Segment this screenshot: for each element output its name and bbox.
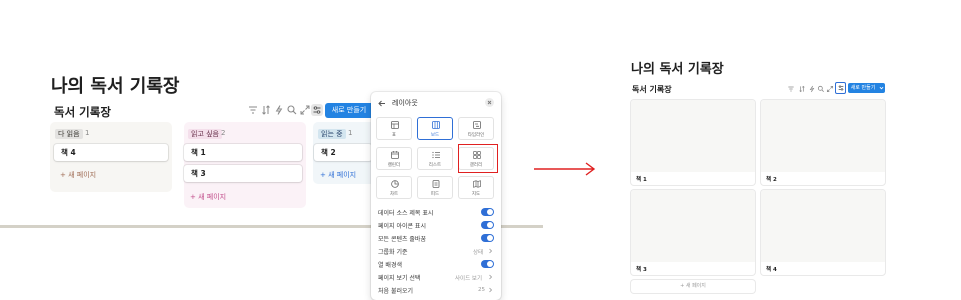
table-icon: [391, 121, 399, 129]
database-title[interactable]: 독서 기록장: [54, 104, 111, 120]
lightning-icon[interactable]: [273, 104, 285, 116]
toggle-wrap-content[interactable]: [481, 234, 494, 242]
card-cover: [761, 190, 885, 262]
new-button[interactable]: 새로 만들기: [848, 83, 878, 93]
board-card[interactable]: 책 3: [184, 165, 302, 182]
option-show-page-icon: 페이지 아이콘 표시: [378, 223, 426, 230]
option-initial-load[interactable]: 처음 불러오기: [378, 286, 413, 295]
search-icon[interactable]: [817, 85, 825, 93]
list-icon: [432, 151, 440, 159]
lightning-icon[interactable]: [808, 85, 816, 93]
layout-option-map[interactable]: 지도: [458, 176, 494, 199]
page-title: 나의 독서 기록장: [51, 76, 180, 97]
option-wrap-content: 모든 콘텐츠 줄바꿈: [378, 236, 426, 243]
settings-sliders-icon[interactable]: [311, 104, 323, 116]
sort-icon[interactable]: [260, 104, 272, 116]
layout-option-timeline[interactable]: 타임라인: [458, 117, 494, 140]
back-arrow-icon[interactable]: [378, 100, 386, 107]
chart-icon: [391, 180, 399, 188]
layout-panel: 레이아웃 표 보드 타임라인 캘린더 리스트 갤러리 차트 피드 지도 데이터: [371, 92, 501, 300]
option-page-view[interactable]: 페이지 보기 선택: [378, 273, 420, 282]
column-count: 1: [85, 129, 90, 137]
expand-icon[interactable]: [826, 85, 834, 93]
expand-icon[interactable]: [299, 104, 311, 116]
settings-sliders-button[interactable]: [835, 82, 846, 94]
new-button[interactable]: 새로 만들기: [325, 103, 373, 118]
layout-option-feed[interactable]: 피드: [417, 176, 453, 199]
add-page-button[interactable]: + 새 페이지: [60, 170, 96, 180]
chevron-right-icon: [488, 287, 493, 293]
search-icon[interactable]: [286, 104, 298, 116]
layout-option-list[interactable]: 리스트: [417, 147, 453, 170]
card-title: 책 4: [766, 267, 777, 273]
layout-option-board[interactable]: 보드: [417, 117, 453, 140]
status-badge: 읽는 중: [318, 129, 346, 139]
chevron-right-icon: [488, 274, 493, 280]
card-title: 책 1: [636, 177, 647, 183]
card-cover: [631, 190, 755, 262]
board-card[interactable]: 책 4: [54, 144, 168, 161]
gallery-card[interactable]: 책 1: [631, 100, 755, 185]
toggle-show-page-icon[interactable]: [481, 221, 494, 229]
settings-sliders-icon: [837, 84, 845, 92]
add-page-button[interactable]: + 새 페이지: [190, 192, 226, 202]
gallery-card[interactable]: 책 2: [761, 100, 885, 185]
gallery-card[interactable]: 책 4: [761, 190, 885, 275]
option-column-background: 열 배경색: [378, 262, 402, 269]
layout-option-table[interactable]: 표: [376, 117, 412, 140]
board-card[interactable]: 책 2: [314, 144, 372, 161]
column-count: 2: [221, 129, 226, 137]
database-title[interactable]: 독서 기록장: [632, 84, 672, 95]
board-card[interactable]: 책 1: [184, 144, 302, 161]
calendar-icon: [391, 151, 399, 159]
layout-option-calendar[interactable]: 캘린더: [376, 147, 412, 170]
card-cover: [631, 100, 755, 172]
initial-load-value: 25: [478, 287, 485, 293]
add-page-button[interactable]: + 새 페이지: [320, 170, 356, 180]
layout-option-chart[interactable]: 차트: [376, 176, 412, 199]
panel-title: 레이아웃: [392, 99, 418, 107]
toggle-column-background[interactable]: [481, 260, 494, 268]
status-badge: 다 읽음: [55, 129, 83, 139]
new-button-dropdown[interactable]: [878, 83, 885, 93]
arrow-right-icon: [533, 161, 597, 177]
toggle-show-source-title[interactable]: [481, 208, 494, 216]
card-title: 책 2: [766, 177, 777, 183]
option-group-by[interactable]: 그룹화 기준: [378, 247, 408, 256]
page-title: 나의 독서 기록장: [631, 62, 724, 77]
group-by-value: 상태: [473, 250, 484, 256]
close-icon[interactable]: [485, 98, 494, 107]
status-badge: 읽고 싶음: [188, 129, 222, 139]
add-page-button[interactable]: + 새 페이지: [631, 280, 755, 293]
chevron-down-icon: [879, 86, 884, 90]
filter-icon[interactable]: [247, 104, 259, 116]
card-cover: [761, 100, 885, 172]
feed-icon: [432, 180, 440, 188]
page-view-value: 사이드 보기: [455, 276, 483, 282]
gallery-highlight-box: [458, 144, 498, 173]
timeline-icon: [473, 121, 481, 129]
map-icon: [473, 180, 481, 188]
card-title: 책 3: [636, 267, 647, 273]
board-icon: [432, 121, 440, 129]
gallery-card[interactable]: 책 3: [631, 190, 755, 275]
chevron-right-icon: [488, 248, 493, 254]
filter-icon[interactable]: [787, 85, 795, 93]
column-count: 1: [348, 129, 353, 137]
option-show-source-title: 데이터 소스 제목 표시: [378, 210, 434, 217]
sort-icon[interactable]: [798, 85, 806, 93]
